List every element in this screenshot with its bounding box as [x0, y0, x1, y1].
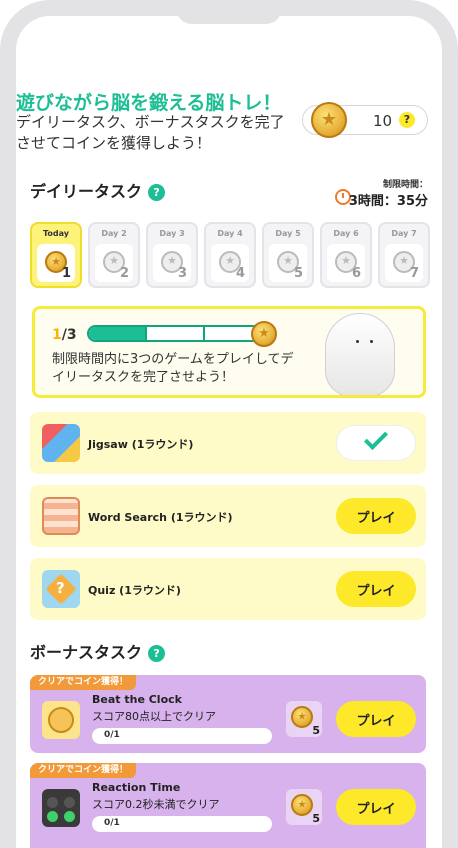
bonus-description: スコア80点以上でクリア: [92, 710, 216, 723]
quiz-icon: ?: [42, 570, 80, 608]
daily-help-icon[interactable]: ?: [148, 184, 166, 201]
traffic-light-icon: [42, 789, 80, 827]
task-name: Jigsaw (1ラウンド): [88, 438, 194, 451]
day-number: 2: [119, 266, 129, 281]
day-number: 1: [61, 266, 71, 281]
day-label: Day 7: [391, 229, 417, 238]
day-label: Day 4: [217, 229, 243, 238]
bonus-progress-bar: 0/1: [92, 816, 272, 832]
play-button[interactable]: プレイ: [336, 571, 416, 607]
progress-bar: [87, 325, 263, 342]
coin-icon: [291, 794, 313, 816]
day-number: 4: [235, 266, 245, 281]
coin-icon: [311, 102, 347, 138]
bonus-description: スコア0.2秒未満でクリア: [92, 798, 220, 811]
daily-task-heading: デイリータスク?: [30, 178, 166, 202]
bonus-progress-bar: 0/1: [92, 728, 272, 744]
day-number: 5: [293, 266, 303, 281]
bonus-progress-text: 0/1: [104, 818, 120, 828]
task-name: Word Search (1ラウンド): [88, 511, 233, 524]
mascot-image: [325, 313, 395, 395]
bonus-task-heading: ボーナスタスク?: [30, 639, 166, 663]
device-notch: [176, 0, 282, 24]
day-card-today[interactable]: Today 1: [30, 222, 82, 288]
task-row-word-search: Word Search (1ラウンド) プレイ: [30, 485, 426, 547]
word-search-icon: [42, 497, 80, 535]
day-number: 6: [351, 266, 361, 281]
play-button[interactable]: プレイ: [336, 789, 416, 825]
day-label: Day 2: [101, 229, 127, 238]
reward-amount: 5: [312, 724, 320, 737]
task-complete-indicator: [336, 425, 416, 461]
bonus-tag: クリアでコイン獲得！: [30, 675, 137, 690]
page-headline: 遊びながら脳を鍛える脳トレ！: [16, 92, 282, 114]
day-label: Today: [43, 229, 69, 238]
check-icon: [363, 425, 389, 451]
clock-face-icon: [42, 701, 80, 739]
daily-progress-card: 1/3 制限時間内に3つのゲームをプレイしてデイリータスクを完了させよう！: [32, 306, 426, 398]
coin-balance[interactable]: 10 ?: [302, 102, 428, 138]
help-icon[interactable]: ?: [399, 112, 415, 128]
day-card-5[interactable]: Day 5 5: [262, 222, 314, 288]
time-limit-label: 制限時間：: [382, 180, 428, 190]
coin-count: 10: [373, 112, 393, 130]
bonus-help-icon[interactable]: ?: [148, 645, 166, 662]
play-button[interactable]: プレイ: [336, 498, 416, 534]
day-number: 7: [409, 266, 419, 281]
day-card-6[interactable]: Day 6 6: [320, 222, 372, 288]
coin-reward: 5: [286, 789, 322, 825]
reward-amount: 5: [312, 812, 320, 825]
coin-icon: [251, 321, 277, 347]
coin-reward: 5: [286, 701, 322, 737]
coin-icon: [291, 706, 313, 728]
bonus-title: Reaction Time: [92, 781, 181, 794]
page-subline: デイリータスク、ボーナスタスクを完了させてコインを獲得しよう！: [16, 113, 285, 152]
daily-task-title: デイリータスク: [30, 182, 143, 201]
bonus-card-beat-the-clock: クリアでコイン獲得！ Beat the Clock スコア80点以上でクリア 0…: [30, 675, 426, 753]
play-button[interactable]: プレイ: [336, 701, 416, 737]
task-row-jigsaw: Jigsaw (1ラウンド): [30, 412, 426, 474]
day-label: Day 6: [333, 229, 359, 238]
bonus-task-title: ボーナスタスク: [30, 643, 143, 662]
jigsaw-icon: [42, 424, 80, 462]
time-limit-value: 3時間：35分: [348, 194, 428, 209]
bonus-title: Beat the Clock: [92, 693, 182, 706]
bonus-card-reaction-time: クリアでコイン獲得！ Reaction Time スコア0.2秒未満でクリア 0…: [30, 763, 426, 848]
day-label: Day 3: [159, 229, 185, 238]
progress-description: 制限時間内に3つのゲームをプレイしてデイリータスクを完了させよう！: [52, 352, 294, 385]
bonus-progress-text: 0/1: [104, 730, 120, 740]
day-card-3[interactable]: Day 3 3: [146, 222, 198, 288]
task-name: Quiz (1ラウンド): [88, 584, 181, 597]
progress-fraction: 1/3: [52, 327, 77, 343]
task-row-quiz: ? Quiz (1ラウンド) プレイ: [30, 558, 426, 620]
day-label: Day 5: [275, 229, 301, 238]
day-card-7[interactable]: Day 7 7: [378, 222, 430, 288]
day-card-4[interactable]: Day 4 4: [204, 222, 256, 288]
day-card-2[interactable]: Day 2 2: [88, 222, 140, 288]
bonus-tag: クリアでコイン獲得！: [30, 763, 137, 778]
day-number: 3: [177, 266, 187, 281]
